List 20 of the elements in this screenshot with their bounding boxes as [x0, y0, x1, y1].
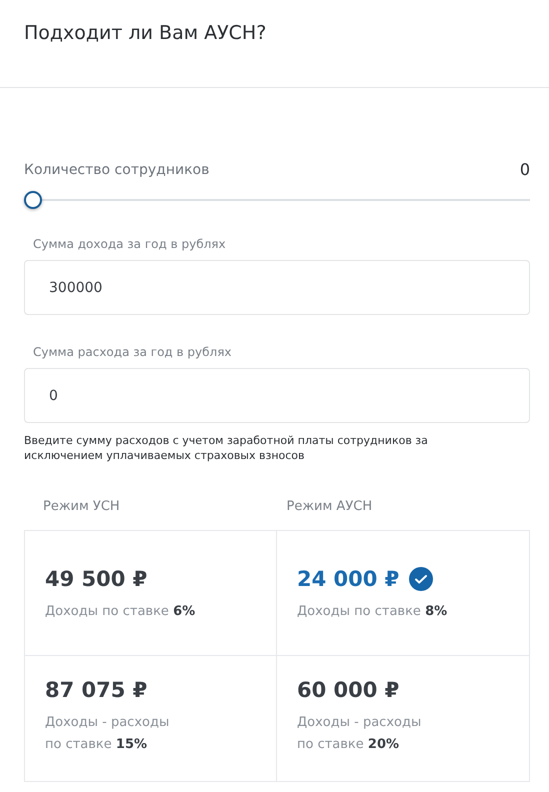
rate-description: Доходы по ставке 8% — [297, 603, 448, 621]
rate-description: Доходы по ставке 6% — [45, 603, 196, 621]
column-heading: Режим АУСН — [286, 499, 374, 514]
page-title: Подходит ли Вам АУСН? — [24, 22, 268, 44]
input-field[interactable]: 0 — [24, 368, 530, 423]
column-heading: Режим УСН — [43, 499, 121, 514]
slider-label: Количество сотрудников — [24, 162, 210, 178]
hint-text: Введите сумму расходов с учетом заработной платы сотрудников за исключением уплачиваемых страховых взносов — [24, 433, 429, 463]
rate-description: Доходы - расходы по ставке 20% — [297, 714, 422, 754]
tax-amount: 49 500 ₽ — [45, 567, 148, 591]
input-field[interactable]: 300000 — [24, 260, 530, 315]
tax-amount: 60 000 ₽ — [297, 678, 400, 702]
tax-amount: 87 075 ₽ — [45, 678, 148, 702]
rate-description: Доходы - расходы по ставке 15% — [45, 714, 170, 754]
field-label: Сумма дохода за год в рублях — [32, 237, 227, 251]
slider-thumb[interactable] — [24, 191, 42, 209]
slider-value: 0 — [520, 160, 530, 179]
tax-amount: 24 000 ₽ — [297, 567, 400, 591]
check-icon — [409, 567, 434, 591]
field-label: Сумма расхода за год в рублях — [32, 345, 233, 359]
